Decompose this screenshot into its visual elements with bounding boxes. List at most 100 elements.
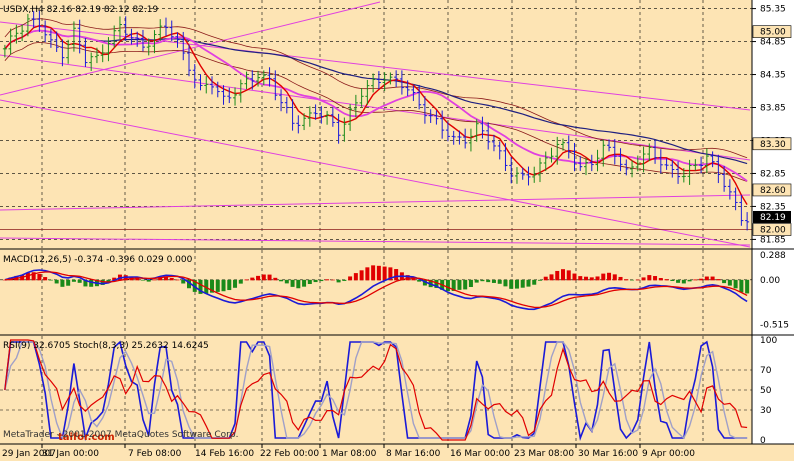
- time-axis-labels: 29 Jan 200731 Jan 00:00 7 Feb 08:00 14 Feb…: [2, 444, 695, 459]
- main-header: USDX,H4 82.16 82.19 82.12 82.19: [3, 5, 159, 15]
- macd-histogram-bar: [681, 279, 686, 284]
- macd-histogram-bar: [261, 274, 266, 281]
- macd-histogram-bar: [140, 279, 145, 281]
- time-tick-label: 22 Feb 00:00: [260, 449, 319, 459]
- macd-histogram-bar: [348, 276, 353, 281]
- macd-histogram-bar: [215, 279, 220, 292]
- macd-histogram-bar: [618, 276, 623, 281]
- macd-histogram-bar: [77, 279, 82, 283]
- macd-histogram-bar: [555, 270, 560, 281]
- macd-histogram-bar: [514, 279, 519, 289]
- macd-histogram-bar: [175, 279, 180, 281]
- macd-histogram-bar: [474, 279, 479, 283]
- macd-histogram-bar: [664, 279, 669, 281]
- macd-scale-label: 0.00: [760, 276, 780, 286]
- rsi-scale-label: 70: [760, 366, 772, 376]
- macd-histogram-bar: [152, 279, 157, 281]
- macd-histogram-bar: [699, 278, 704, 281]
- macd-histogram-bar: [48, 279, 53, 281]
- price-tick-label: 84.35: [760, 71, 786, 81]
- macd-histogram-bar: [353, 273, 358, 281]
- macd-histogram-bar: [71, 279, 76, 282]
- brand-watermark: MetaTrader - 2001-2007 MetaQuotes Softwa…: [3, 430, 238, 440]
- macd-scale-label: -0.515: [760, 321, 789, 331]
- macd-histogram-bar: [658, 278, 663, 281]
- macd-histogram-bar: [745, 279, 750, 294]
- macd-histogram-bar: [284, 279, 289, 284]
- macd-histogram-bar: [647, 275, 652, 281]
- macd-histogram-bar: [359, 270, 364, 281]
- price-tick-label: 83.85: [760, 104, 786, 114]
- macd-histogram-bar: [520, 279, 525, 288]
- macd-histogram-bar: [589, 277, 594, 281]
- price-tick-label: 84.85: [760, 38, 786, 48]
- time-tick-label: 31 Jan 00:00: [42, 449, 99, 459]
- macd-histogram-bar: [279, 279, 284, 282]
- price-tick-label: 82.35: [760, 202, 786, 212]
- rsi-scale-label: 30: [760, 406, 772, 416]
- macd-histogram-bar: [468, 279, 473, 287]
- macd-histogram-bar: [509, 279, 514, 289]
- macd-histogram-bar: [607, 272, 612, 281]
- macd-histogram-bar: [693, 279, 698, 281]
- macd-header: MACD(12,26,5) -0.374 -0.396 0.029 0.000: [3, 255, 193, 265]
- macd-histogram-bar: [739, 279, 744, 293]
- price-tick-label: 85.35: [760, 5, 786, 15]
- time-tick-label: 14 Feb 16:00: [195, 449, 254, 459]
- level-label: 82.60: [760, 186, 786, 196]
- macd-histogram-bar: [704, 276, 709, 281]
- macd-histogram-bar: [330, 279, 335, 281]
- macd-histogram-bar: [710, 276, 715, 281]
- macd-histogram-bar: [37, 273, 42, 281]
- macd-histogram-bar: [227, 279, 232, 291]
- macd-histogram-bar: [445, 279, 450, 292]
- macd-histogram-bar: [687, 279, 692, 282]
- macd-histogram-bar: [572, 273, 577, 281]
- macd-histogram-bar: [595, 276, 600, 281]
- level-label: 85.00: [760, 28, 786, 38]
- macd-histogram-bar: [526, 279, 531, 287]
- macd-histogram-bar: [256, 275, 261, 281]
- macd-histogram-bar: [319, 279, 324, 282]
- macd-histogram-bar: [382, 266, 387, 281]
- macd-histogram-bar: [676, 279, 681, 283]
- current-price-label: 82.19: [760, 213, 786, 223]
- macd-histogram-bar: [486, 279, 491, 283]
- macd-histogram-bar: [497, 279, 502, 284]
- level-label: 83.30: [760, 140, 786, 150]
- macd-histogram-bar: [670, 279, 675, 281]
- price-tick-label: 81.85: [760, 235, 786, 245]
- macd-histogram-bar: [394, 269, 399, 281]
- macd-histogram-bar: [561, 269, 565, 281]
- macd-histogram-bar: [376, 265, 381, 281]
- macd-histogram-bar: [365, 267, 370, 281]
- rsi-scale-label: 50: [760, 386, 772, 396]
- macd-histogram-bar: [503, 279, 508, 287]
- macd-histogram-bar: [601, 273, 606, 281]
- time-tick-label: 16 Mar 00:00: [450, 449, 510, 459]
- macd-histogram-bar: [630, 279, 635, 281]
- macd-histogram-bar: [566, 270, 571, 281]
- macd-histogram-bar: [716, 279, 721, 281]
- macd-histogram-bar: [578, 276, 583, 281]
- macd-histogram-bar: [624, 279, 629, 281]
- macd-histogram-bar: [537, 279, 542, 281]
- time-tick-label: 9 Apr 00:00: [642, 449, 695, 459]
- macd-histogram-bar: [480, 279, 485, 282]
- macd-histogram-bar: [584, 276, 589, 281]
- rsi-scale-label: 0: [760, 436, 766, 446]
- macd-histogram-bar: [233, 279, 238, 288]
- main-panel[interactable]: [0, 0, 752, 248]
- macd-histogram-bar: [60, 279, 65, 287]
- trading-chart[interactable]: USDX,H4 82.16 82.19 82.12 82.19 MACD(12,…: [0, 0, 794, 461]
- macd-histogram-bar: [641, 277, 646, 281]
- macd-histogram-bar: [313, 279, 318, 283]
- macd-histogram-bar: [66, 279, 71, 286]
- macd-histogram-bar: [491, 279, 496, 283]
- time-tick-label: 7 Feb 08:00: [128, 449, 182, 459]
- time-tick-label: 1 Mar 08:00: [322, 449, 377, 459]
- macd-histogram-bar: [146, 279, 151, 282]
- macd-histogram-bar: [543, 276, 548, 281]
- time-tick-label: 23 Mar 08:00: [514, 449, 574, 459]
- macd-histogram-bar: [653, 276, 658, 281]
